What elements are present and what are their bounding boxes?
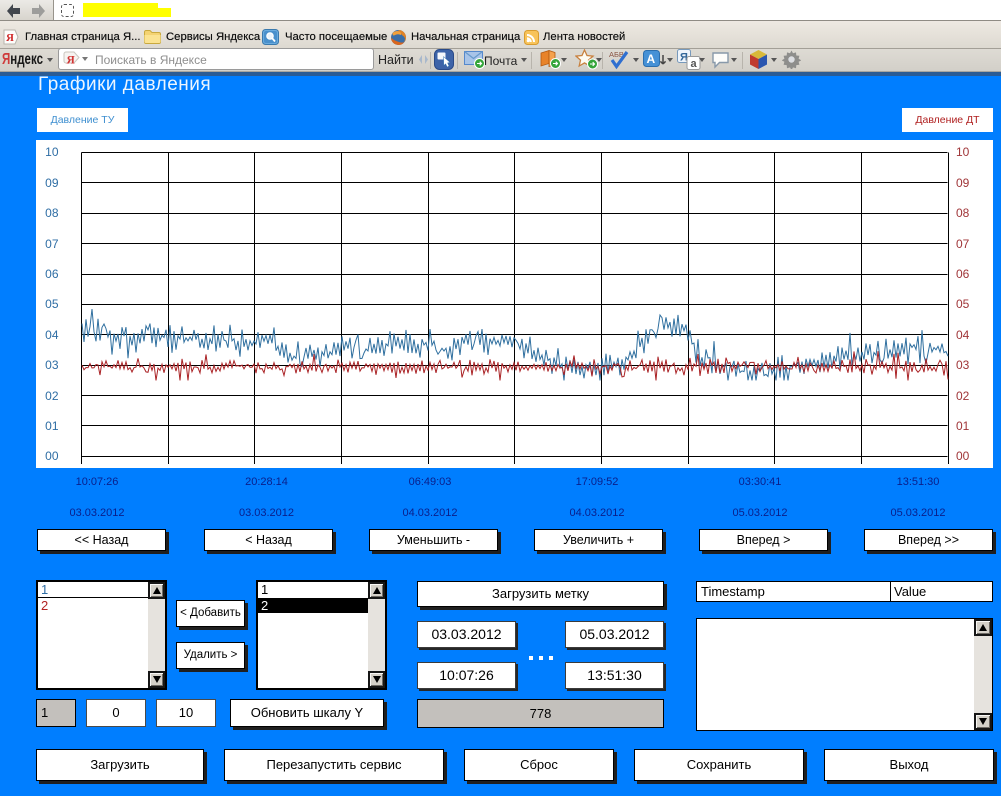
svg-text:05: 05 [956, 297, 970, 311]
svg-text:08: 08 [956, 206, 970, 220]
svg-text:09: 09 [45, 176, 59, 190]
svg-text:04: 04 [956, 328, 970, 342]
svg-text:10: 10 [45, 145, 59, 159]
svg-text:01: 01 [45, 419, 59, 433]
svg-text:00: 00 [956, 449, 970, 463]
svg-text:07: 07 [45, 237, 59, 251]
svg-text:08: 08 [45, 206, 59, 220]
svg-text:А: А [647, 52, 656, 66]
svg-text:02: 02 [45, 389, 59, 403]
svg-text:а: а [691, 58, 698, 70]
svg-text:Я: Я [67, 55, 76, 67]
svg-text:05: 05 [45, 297, 59, 311]
svg-text:01: 01 [956, 419, 970, 433]
svg-text:00: 00 [45, 449, 59, 463]
svg-text:04: 04 [45, 328, 59, 342]
svg-text:03: 03 [956, 358, 970, 372]
svg-text:Яндекс: Яндекс [2, 51, 43, 68]
svg-text:Я: Я [6, 32, 14, 44]
svg-text:10: 10 [956, 145, 970, 159]
svg-text:02: 02 [956, 389, 970, 403]
svg-text:07: 07 [956, 237, 970, 251]
svg-text:09: 09 [956, 176, 970, 190]
svg-text:03: 03 [45, 358, 59, 372]
svg-text:06: 06 [956, 267, 970, 281]
svg-text:06: 06 [45, 267, 59, 281]
